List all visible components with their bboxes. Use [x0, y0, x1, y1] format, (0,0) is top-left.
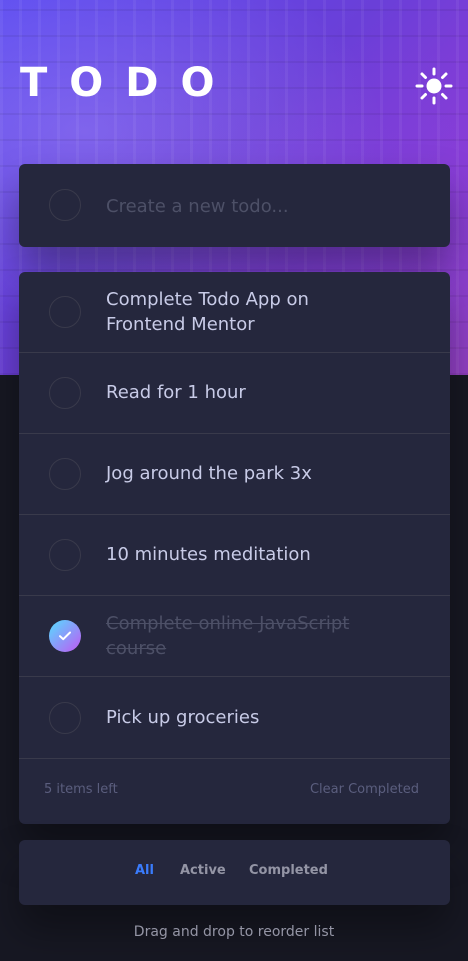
theme-toggle-button[interactable] — [414, 66, 454, 106]
filter-bar: All Active Completed — [19, 840, 450, 905]
todo-item[interactable]: Pick up groceries — [19, 677, 450, 759]
todo-item-completed[interactable]: Complete online JavaScript course — [19, 596, 450, 677]
checkmark-icon — [59, 631, 71, 641]
filter-active[interactable]: Active — [180, 863, 226, 878]
todo-text: Jog around the park 3x — [106, 463, 312, 484]
reorder-hint: Drag and drop to reorder list — [133, 924, 335, 940]
todo-text: Read for 1 hour — [106, 382, 246, 403]
filter-completed[interactable]: Completed — [249, 863, 328, 878]
filter-all[interactable]: All — [135, 863, 154, 878]
todo-checkbox[interactable] — [49, 458, 81, 490]
todo-text: 10 minutes meditation — [106, 544, 311, 565]
todo-item[interactable]: Read for 1 hour — [19, 353, 450, 434]
app-title: TODO — [20, 60, 237, 106]
todo-text: Complete Todo App on Frontend Mentor — [106, 289, 309, 335]
new-todo-input[interactable] — [106, 186, 426, 226]
clear-completed-button[interactable]: Clear Completed — [310, 782, 419, 797]
todo-checkbox-checked[interactable] — [49, 620, 81, 652]
new-todo-panel — [19, 164, 450, 247]
todo-item[interactable]: 10 minutes meditation — [19, 515, 450, 596]
todo-item[interactable]: Jog around the park 3x — [19, 434, 450, 515]
todo-checkbox[interactable] — [49, 539, 81, 571]
todo-text: Complete online JavaScript course — [106, 613, 350, 659]
new-todo-checkbox[interactable] — [49, 189, 81, 221]
sun-icon — [415, 67, 453, 105]
todo-checkbox[interactable] — [49, 296, 81, 328]
items-left-count: 5 items left — [44, 782, 118, 797]
todo-text: Pick up groceries — [106, 707, 260, 728]
app-page: TODO Complete Todo App on Frontend Mento… — [0, 0, 468, 961]
todo-checkbox[interactable] — [49, 702, 81, 734]
todo-item[interactable]: Complete Todo App on Frontend Mentor — [19, 272, 450, 353]
todo-checkbox[interactable] — [49, 377, 81, 409]
list-footer: 5 items left Clear Completed — [19, 759, 450, 824]
todo-list: Complete Todo App on Frontend Mentor Rea… — [19, 272, 450, 824]
